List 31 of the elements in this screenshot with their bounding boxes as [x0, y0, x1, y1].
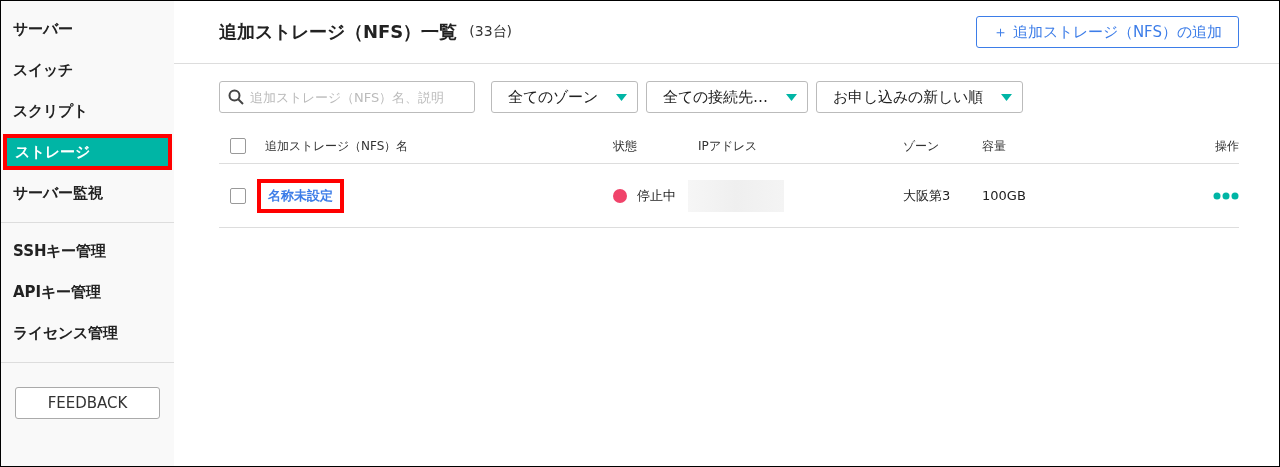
item-count: (33台): [469, 23, 513, 41]
filter-dropdown[interactable]: 全てのゾーン: [491, 81, 638, 113]
sidebar-item[interactable]: スクリプト: [1, 91, 174, 132]
add-storage-button[interactable]: ＋ 追加ストレージ（NFS）の追加: [976, 16, 1239, 48]
table-cell: 大阪第3: [903, 164, 982, 228]
column-header: ゾーン: [903, 129, 982, 164]
column-header: 追加ストレージ（NFS）名: [265, 129, 613, 164]
sidebar-item[interactable]: サーバー監視: [1, 173, 174, 214]
sidebar-item[interactable]: ライセンス管理: [1, 313, 174, 354]
sidebar-item[interactable]: APIキー管理: [1, 272, 174, 313]
caret-icon: [1001, 93, 1012, 101]
page-title: 追加ストレージ（NFS）一覧: [219, 20, 458, 44]
storage-name-link[interactable]: 名称未設定: [257, 178, 344, 213]
caret-icon: [616, 93, 627, 101]
table-cell: 100GB: [982, 164, 1179, 228]
select-all-checkbox[interactable]: [230, 138, 246, 154]
more-icon[interactable]: [1213, 191, 1239, 200]
filter-dropdown[interactable]: お申し込みの新しい順: [816, 81, 1023, 113]
column-header: 状態: [613, 129, 698, 164]
search-icon: [228, 89, 244, 105]
row-checkbox[interactable]: [230, 187, 246, 204]
caret-icon: [786, 93, 797, 101]
feedback-button[interactable]: FEEDBACK: [15, 387, 160, 419]
column-header: IPアドレス: [698, 129, 903, 164]
column-header: 容量: [982, 129, 1179, 164]
column-header: 操作: [1179, 129, 1239, 164]
filter-dropdown[interactable]: 全ての接続先…: [646, 81, 808, 113]
sidebar-item[interactable]: SSHキー管理: [1, 231, 174, 272]
sidebar-item[interactable]: スイッチ: [1, 50, 174, 91]
status-text: 停止中: [637, 186, 676, 205]
sidebar-item[interactable]: サーバー: [1, 9, 174, 50]
